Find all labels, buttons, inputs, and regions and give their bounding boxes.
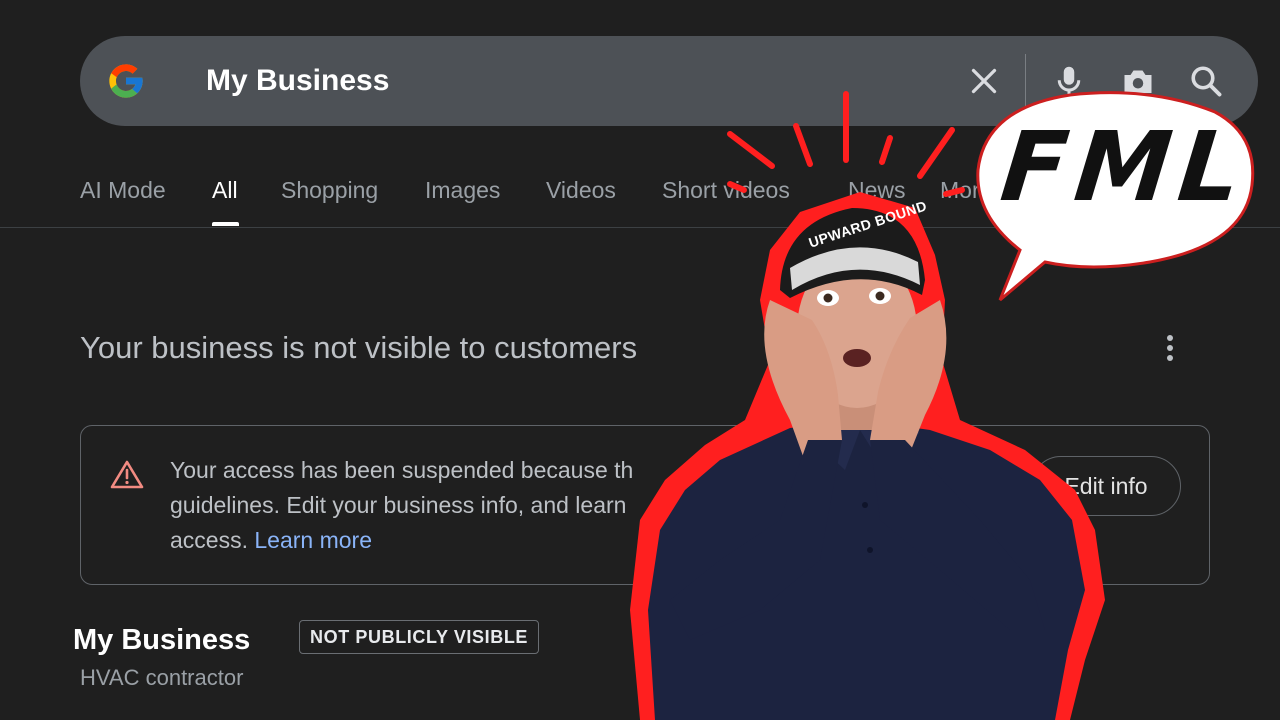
thumbnail-overlay [630,91,1255,720]
speech-bubble-text: FML [996,111,1255,223]
shock-burst-lines [727,91,965,197]
